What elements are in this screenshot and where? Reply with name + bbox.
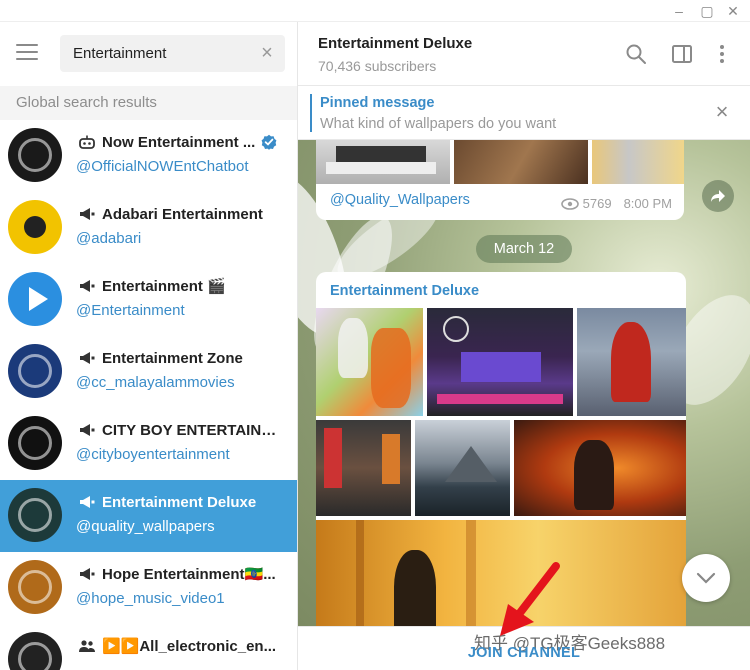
pinned-message-bar[interactable]: Pinned message What kind of wallpapers d…: [298, 86, 750, 140]
scroll-down-button[interactable]: [682, 554, 730, 602]
avatar: [8, 632, 62, 670]
result-title: Hope Entertainment🇪🇹...: [102, 566, 276, 583]
bot-icon: [79, 135, 95, 149]
megaphone-icon: [80, 208, 95, 220]
search-icon[interactable]: [624, 42, 648, 66]
search-result-item[interactable]: ▶️▶️All_electronic_en...: [0, 624, 297, 670]
result-title: Now Entertainment ...: [102, 133, 256, 151]
photo-anime[interactable]: [316, 308, 423, 416]
result-title-row: CITY BOY ENTERTAINME...: [78, 420, 287, 440]
chevron-down-icon: [696, 572, 716, 584]
result-title: Entertainment Deluxe: [102, 493, 257, 511]
search-result-item[interactable]: CITY BOY ENTERTAINME... @cityboyentertain…: [0, 408, 297, 480]
result-title: ▶️▶️All_electronic_en...: [102, 638, 277, 655]
close-icon[interactable]: ×: [257, 43, 277, 63]
avatar: [8, 272, 62, 326]
avatar: [8, 200, 62, 254]
close-icon[interactable]: ×: [712, 101, 732, 123]
photo-gaming-setup[interactable]: [427, 308, 573, 416]
pinned-text: What kind of wallpapers do you want: [320, 116, 557, 132]
group-icon: [79, 640, 95, 652]
result-username: @hope_music_video1: [76, 590, 225, 607]
result-username: @Entertainment: [76, 302, 185, 319]
subscriber-count: 70,436 subscribers: [318, 58, 437, 74]
megaphone-icon: [80, 424, 95, 436]
photo-soldier-fire[interactable]: [514, 420, 686, 516]
result-username: @cc_malayalammovies: [76, 374, 235, 391]
red-arrow-annotation: [500, 562, 560, 636]
photo[interactable]: [592, 140, 684, 184]
photo-mountain-lake[interactable]: [415, 420, 510, 516]
result-title: Entertainment Zone: [102, 349, 243, 367]
window-titlebar: – ▢ ✕: [0, 0, 750, 22]
date-separator: March 12: [476, 235, 572, 263]
minimize-icon[interactable]: –: [668, 2, 690, 20]
close-window-icon[interactable]: ✕: [722, 2, 744, 20]
previous-message[interactable]: @Quality_Wallpapers 5769 8:00 PM: [316, 140, 684, 220]
megaphone-icon: [80, 568, 95, 580]
search-result-item[interactable]: Entertainment 🎬 @Entertainment: [0, 264, 297, 336]
avatar: [8, 416, 62, 470]
search-result-item[interactable]: Hope Entertainment🇪🇹... @hope_music_video…: [0, 552, 297, 624]
maximize-icon[interactable]: ▢: [696, 2, 718, 20]
forward-button[interactable]: [702, 180, 734, 212]
avatar: [8, 344, 62, 398]
view-count: 5769: [582, 196, 612, 211]
megaphone-icon: [80, 280, 95, 292]
search-result-item[interactable]: Adabari Entertainment @adabari: [0, 192, 297, 264]
result-title: Adabari Entertainment: [102, 205, 263, 223]
play-icon: [29, 287, 48, 311]
pinned-accent: [310, 94, 312, 132]
share-arrow-icon: [711, 190, 725, 202]
result-username: @adabari: [76, 230, 142, 247]
avatar: [8, 128, 62, 182]
search-result-item[interactable]: Entertainment Deluxe @quality_wallpapers: [0, 480, 297, 552]
eye-icon: [560, 197, 579, 210]
search-header: ×: [0, 22, 297, 86]
photo[interactable]: [316, 140, 450, 184]
megaphone-icon: [80, 352, 95, 364]
result-username: @cityboyentertainment: [76, 446, 230, 463]
verified-badge-icon: [261, 134, 277, 150]
search-result-item[interactable]: Entertainment Zone @cc_malayalammovies: [0, 336, 297, 408]
message-meta: 5769 8:00 PM: [560, 196, 672, 211]
result-title-row: Entertainment 🎬: [78, 276, 287, 296]
result-username: @OfficialNOWEntChatbot: [76, 158, 249, 175]
search-result-item[interactable]: Now Entertainment ... @OfficialNOWEntChat…: [0, 120, 297, 192]
result-title-row: Entertainment Zone: [78, 348, 287, 368]
result-title-row: Entertainment Deluxe: [78, 492, 287, 512]
result-title: CITY BOY ENTERTAINME...: [102, 421, 287, 439]
chat-header[interactable]: Entertainment Deluxe 70,436 subscribers: [298, 22, 750, 86]
megaphone-icon: [80, 496, 95, 508]
search-input[interactable]: [73, 35, 253, 72]
photo-spiderman[interactable]: [577, 308, 686, 416]
chat-background: @Quality_Wallpapers 5769 8:00 PM March 1…: [298, 140, 750, 626]
search-box[interactable]: ×: [60, 35, 285, 72]
avatar: [8, 488, 62, 542]
chat-list-panel: × Global search results Now Entertainmen…: [0, 22, 298, 670]
message-time: 8:00 PM: [623, 196, 672, 211]
result-title: Entertainment 🎬: [102, 278, 226, 295]
previous-photos[interactable]: [316, 140, 684, 184]
result-title-row: Adabari Entertainment: [78, 204, 287, 224]
avatar: [8, 560, 62, 614]
result-title-row: Now Entertainment ...: [78, 132, 287, 152]
more-options-icon[interactable]: [710, 42, 734, 66]
pinned-title: Pinned message: [320, 95, 435, 111]
global-search-label: Global search results: [0, 86, 297, 120]
menu-icon[interactable]: [16, 44, 38, 60]
photo[interactable]: [454, 140, 588, 184]
sidebar-toggle-icon[interactable]: [670, 42, 694, 66]
channel-title[interactable]: Entertainment Deluxe: [318, 35, 472, 52]
result-title-row: ▶️▶️All_electronic_en...: [78, 636, 287, 656]
search-results-list: Now Entertainment ... @OfficialNOWEntChat…: [0, 120, 297, 670]
result-username: @quality_wallpapers: [76, 518, 215, 535]
message-signature[interactable]: @Quality_Wallpapers: [330, 192, 470, 208]
album-sender[interactable]: Entertainment Deluxe: [330, 283, 479, 299]
result-title-row: Hope Entertainment🇪🇹...: [78, 564, 287, 584]
photo-times-square[interactable]: [316, 420, 411, 516]
